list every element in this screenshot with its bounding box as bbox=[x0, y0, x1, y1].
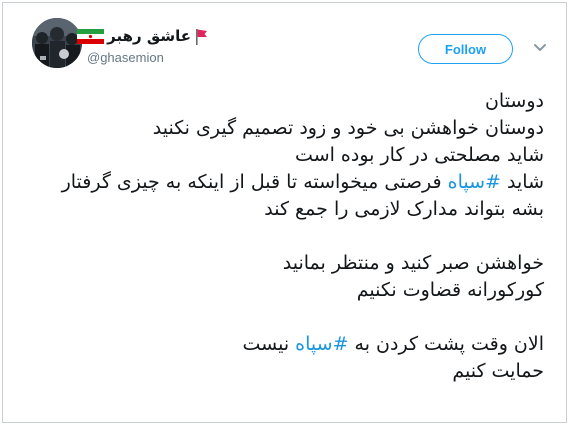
tweet-line: دوستان خواهشن بی خود و زود تصمیم گیری نک… bbox=[152, 117, 544, 139]
tweet-line: بشه بتواند مدارک لازمی را جمع کند bbox=[264, 198, 544, 220]
iran-flag-icon bbox=[77, 28, 105, 44]
hashtag-link[interactable]: #سپاه bbox=[448, 171, 501, 193]
tweet-text-segment: نیست bbox=[242, 333, 296, 355]
tweet-line: خواهشن صبر کنید و منتظر بمانید bbox=[282, 252, 544, 274]
tweet-line: حمایت کنیم bbox=[452, 360, 544, 382]
tweet-line: دوستان bbox=[484, 90, 544, 112]
tweet-line: شاید #سپاه فرصتی میخواسته تا قبل از اینک… bbox=[24, 169, 544, 196]
avatar[interactable] bbox=[32, 18, 82, 68]
chevron-down-icon[interactable] bbox=[532, 41, 548, 55]
tweet-text-segment: فرصتی میخواسته تا قبل از اینکه به چیزی گ… bbox=[61, 171, 448, 193]
hashtag-link[interactable]: #سپاه bbox=[295, 333, 348, 355]
display-name-text: عاشق رهبر bbox=[107, 27, 191, 45]
tweet-line: شاید مصلحتی در کار بوده است bbox=[295, 144, 544, 166]
tweet-card: عاشق رهبر @ghasemion Follow دوستان دوستا… bbox=[2, 2, 567, 423]
tweet-line: الان وقت پشت کردن به #سپاه نیست bbox=[24, 331, 545, 358]
user-handle[interactable]: @ghasemion bbox=[87, 50, 164, 65]
follow-button[interactable]: Follow bbox=[418, 34, 513, 64]
tweet-text-segment: شاید bbox=[500, 171, 544, 193]
tweet-text: دوستان دوستان خواهشن بی خود و زود تصمیم … bbox=[24, 88, 544, 385]
red-flag-icon bbox=[196, 28, 207, 45]
tweet-text-segment: الان وقت پشت کردن به bbox=[348, 333, 544, 355]
tweet-line: کورکورانه قضاوت نکنیم bbox=[356, 279, 544, 301]
display-name[interactable]: عاشق رهبر bbox=[77, 25, 208, 47]
